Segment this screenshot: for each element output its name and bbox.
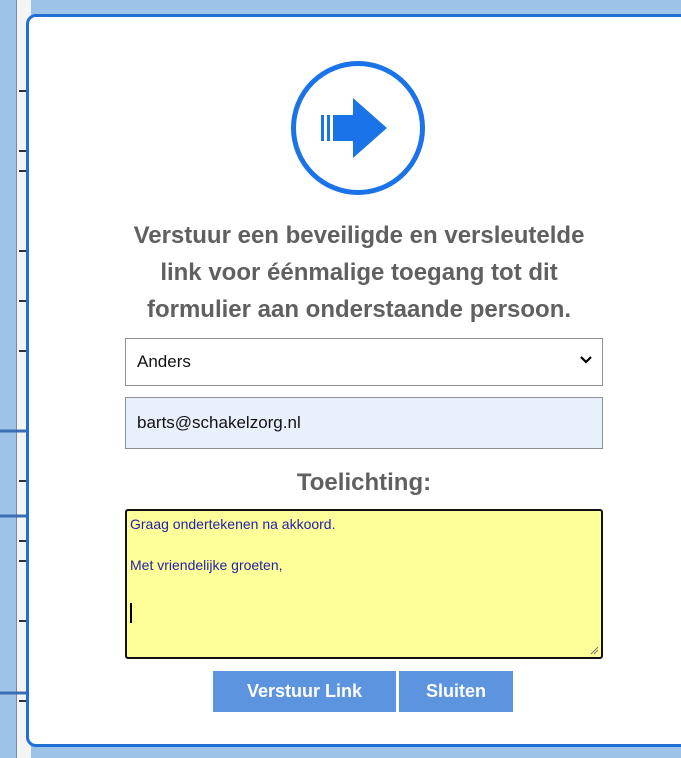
send-link-dialog: Verstuur een beveiligde en versleutelde … <box>26 14 681 747</box>
recipient-select-value: Anders <box>137 352 191 371</box>
resize-grip-icon[interactable] <box>589 645 599 655</box>
toelichting-textarea[interactable]: Graag ondertekenen na akkoord. Met vrien… <box>125 509 603 659</box>
toelichting-line: Met vriendelijke groeten, <box>130 557 283 573</box>
email-field-value: barts@schakelzorg.nl <box>137 413 301 432</box>
dialog-title-line: formulier aan onderstaande persoon. <box>146 296 572 323</box>
toelichting-line: Graag ondertekenen na akkoord. <box>130 516 336 532</box>
text-caret <box>130 603 132 623</box>
chevron-down-icon <box>580 356 592 364</box>
recipient-select[interactable]: Anders <box>125 338 603 386</box>
dialog-title-line: Verstuur een beveiligde en versleutelde <box>133 222 585 249</box>
arrow-right-circle-icon <box>291 61 425 195</box>
send-link-button[interactable]: Verstuur Link <box>213 671 396 712</box>
dialog-title-line: link voor éénmalige toegang tot dit <box>160 259 558 286</box>
toelichting-label: Toelichting: <box>296 469 432 496</box>
close-button[interactable]: Sluiten <box>399 671 513 712</box>
email-field[interactable]: barts@schakelzorg.nl <box>125 397 603 449</box>
dialog-title: Verstuur een beveiligde en versleutelde … <box>59 217 659 328</box>
